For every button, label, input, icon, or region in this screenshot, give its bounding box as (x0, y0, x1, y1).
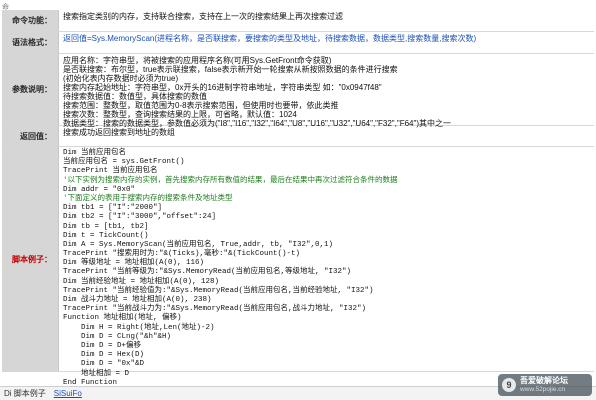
watermark-url: www.52pojie.cn (520, 386, 566, 393)
row-example: 脚本例子： Dim 当前应用包名 当前应用包名 = sys.GetFront() T… (2, 147, 594, 387)
code-line: '下面定义的表用于搜索内存的搜索条件及地址类型 (63, 194, 233, 203)
code-line: Dim t = TickCount() (63, 231, 149, 240)
footer-link[interactable]: SiSuiFo (54, 389, 82, 398)
param-line: 应用名称：字符串型，将被搜索的应用程序名称(可用Sys.GetFront命令获取… (63, 56, 332, 65)
code-block: Dim 当前应用包名 当前应用包名 = sys.GetFront() TracePr… (59, 147, 594, 387)
watermark-title: 吾爱破解论坛 (520, 376, 568, 385)
code-line: TracePrint "当前战斗力为:"&Sys.MemoryRead(当前应用… (63, 305, 367, 314)
code-line: TracePrint 当前应用包名 (63, 167, 158, 176)
row-return: 返回值： 搜索成功返回搜索到地址的数组 (2, 126, 594, 147)
row-label: 脚本例子： (2, 147, 59, 371)
row-content: 应用名称：字符串型，将被搜索的应用程序名称(可用Sys.GetFront命令获取… (59, 54, 594, 128)
row-content: 返回值=Sys.MemoryScan(进程名称，是否联搜索，要搜索的类型及地址，… (59, 32, 594, 53)
param-line: (初始化表内存数据时必须为true) (63, 74, 179, 83)
content-line: 搜索成功返回搜索到地址的数组 (63, 128, 175, 137)
code-line: 当前应用包名 = sys.GetFront() (63, 158, 185, 167)
param-line: 待搜索数据值：数值型，具体搜索的数值 (63, 92, 207, 101)
code-line: Dim D = "0x"&D (63, 360, 145, 369)
row-params: 参数说明： 应用名称：字符串型，将被搜索的应用程序名称(可用Sys.GetFro… (2, 54, 594, 128)
param-line: 搜索内存起始地址：字符串型，0x开头的16进制字符串地址，字符串类型 如："0x… (63, 83, 382, 92)
code-line: Function 地址相加(地址, 偏移) (63, 314, 182, 323)
code-line: '以下实例为搜索内存的实例，首先搜索内存所有数值的结果，最后在结果中再次过滤符合… (63, 176, 398, 185)
row-label: 语法格式： (2, 32, 59, 53)
content-line: 搜索指定类别的内存，支持联合搜索，支持在上一次的搜索结果上再次搜索过滤 (63, 12, 343, 21)
param-line: 是否联搜索：布尔型，true表示联搜索，false表示新开始一轮搜索从新按照数据… (63, 65, 398, 74)
row-content: 搜索成功返回搜索到地址的数组 (59, 126, 594, 146)
row-content: 搜索指定类别的内存，支持联合搜索，支持在上一次的搜索结果上再次搜索过滤 (59, 10, 594, 31)
code-line: Dim D = D+偏移 (63, 341, 142, 350)
code-line: Dim tb = [tb1, tb2] (63, 222, 149, 231)
code-line: Dim tb1 = ["I":"2000"] (63, 204, 163, 213)
site-logo-icon: 9 (502, 378, 516, 392)
code-line: Dim addr = "0x0" (63, 185, 136, 194)
row-syntax: 语法格式： 返回值=Sys.MemoryScan(进程名称，是否联搜索，要搜索的… (2, 32, 594, 54)
code-line: TracePrint "当前等级为:"&Sys.MemoryRead(当前应用包… (63, 268, 352, 277)
code-line: Dim A = Sys.MemoryScan(当前应用包名, True,addr… (63, 240, 334, 249)
code-line: Dim H = Right(地址,Len(地址)-2) (63, 323, 215, 332)
syntax-line: 返回值=Sys.MemoryScan(进程名称，是否联搜索，要搜索的类型及地址，… (63, 34, 477, 43)
code-line: Dim 当前应用包名 (63, 149, 127, 157)
param-line: 搜索范围：整数型，取值范围为0-8表示搜索范围，但使用时也要带，依此类推 (63, 101, 339, 110)
param-line: 搜索次数：整数型，查询搜索结果的上限，可省略，默认值：1024 (63, 110, 297, 119)
code-line: Dim 战斗力地址 = 地址相加(A(0), 238) (63, 296, 212, 304)
code-line: Dim tb2 = ["I":"3000","offset":24] (63, 213, 217, 222)
footer-tab[interactable]: Di 脚本例子 (4, 388, 46, 399)
code-line: Dim 当前经验地址 = 地址相加(A(0), 128) (63, 277, 220, 286)
row-function: 命令功能： 搜索指定类别的内存，支持联合搜索，支持在上一次的搜索结果上再次搜索过… (2, 10, 594, 32)
code-line: Dim D = Hex(D) (63, 351, 145, 360)
code-line: TracePrint "当前经验值为:"&Sys.MemoryRead(当前应用… (63, 286, 374, 295)
code-line: Dim D = CLng("&h"&H) (63, 332, 172, 341)
site-watermark: 9 吾爱破解论坛 www.52pojie.cn (498, 374, 592, 396)
code-line: TracePrint "搜索用时为:"&(Ticks),毫秒:"&(TickCo… (63, 250, 301, 259)
doc-table: 命令功能： 搜索指定类别的内存，支持联合搜索，支持在上一次的搜索结果上再次搜索过… (2, 10, 594, 387)
row-label: 命令功能： (2, 10, 59, 31)
row-label: 返回值： (2, 126, 59, 146)
row-label: 参数说明： (2, 54, 59, 125)
